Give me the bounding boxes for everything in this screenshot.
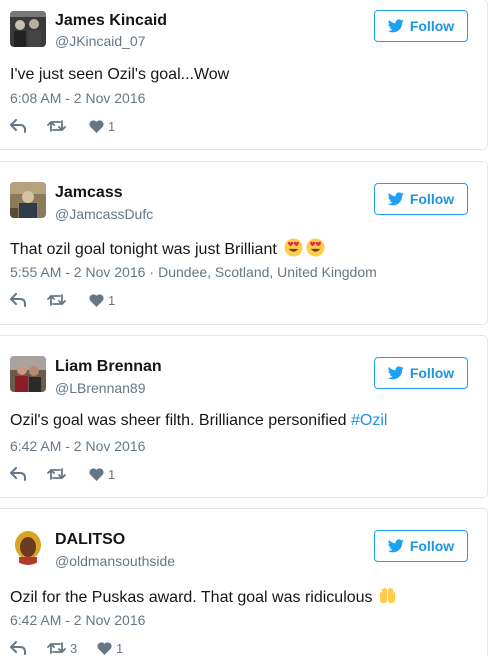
tweet-card: James Kincaid @JKincaid_07 Follow I've j… (0, 0, 488, 150)
tweet-text-content: I've just seen Ozil's goal...Wow (10, 66, 230, 83)
tweet-text-content: That ozil goal tonight was just Brillian… (10, 241, 277, 258)
follow-button[interactable]: Follow (374, 183, 468, 215)
retweet-button[interactable] (47, 467, 89, 481)
like-button[interactable]: 1 (89, 467, 115, 482)
bird-icon (387, 19, 404, 33)
reply-button[interactable] (10, 119, 47, 133)
follow-label: Follow (409, 18, 455, 34)
author-name[interactable]: Jamcass (55, 184, 123, 202)
tweet-meta: 6:42 AM - 2 Nov 2016 (10, 438, 145, 454)
follow-button[interactable]: Follow (374, 530, 468, 562)
follow-button[interactable]: Follow (374, 357, 468, 389)
tweet-meta: 5:55 AM - 2 Nov 2016 · Dundee, Scotland, U… (10, 264, 377, 280)
heart-eyes-emoji (284, 238, 303, 257)
heart-eyes-emoji (306, 238, 325, 257)
raised-hands-emoji (379, 587, 396, 604)
tweet-timestamp[interactable]: 5:55 AM - 2 Nov 2016 (10, 264, 145, 280)
retweet-button[interactable] (47, 293, 89, 307)
retweet-icon (47, 642, 66, 654)
tweet-text: That ozil goal tonight was just Brillian… (10, 238, 325, 259)
retweet-icon (47, 468, 66, 480)
follow-label: Follow (409, 365, 455, 381)
author-name[interactable]: Liam Brennan (55, 358, 162, 376)
tweet-card: Jamcass @JamcassDufc Follow That ozil go… (0, 161, 488, 325)
like-button[interactable]: 1 (89, 119, 115, 134)
tweet-feed: James Kincaid @JKincaid_07 Follow I've j… (0, 0, 491, 656)
tweet-actions: 1 (10, 464, 115, 484)
bird-icon (387, 539, 404, 553)
retweet-icon (47, 294, 66, 306)
like-count: 1 (108, 118, 116, 134)
heart-icon (89, 293, 104, 307)
tweet-actions: 1 (10, 116, 115, 136)
tweet-text-content: Ozil for the Puskas award. That goal was… (10, 589, 373, 606)
follow-label: Follow (409, 191, 455, 207)
reply-button[interactable] (10, 467, 47, 481)
retweet-count: 3 (70, 640, 78, 656)
author-name[interactable]: DALITSO (55, 531, 125, 549)
hashtag-link[interactable]: #Ozil (351, 412, 387, 429)
heart-icon (89, 467, 104, 481)
retweet-button[interactable]: 3 (47, 641, 97, 656)
like-button[interactable]: 1 (97, 641, 123, 656)
bird-icon (387, 192, 404, 206)
reply-icon (10, 293, 26, 307)
tweet-meta: 6:42 AM - 2 Nov 2016 (10, 612, 145, 628)
like-count: 1 (116, 640, 124, 656)
author-handle[interactable]: @LBrennan89 (55, 380, 146, 396)
tweet-timestamp[interactable]: 6:42 AM - 2 Nov 2016 (10, 438, 145, 454)
tweet-text: Ozil's goal was sheer filth. Brilliance … (10, 412, 387, 430)
heart-icon (97, 641, 112, 655)
tweet-location[interactable]: Dundee, Scotland, United Kingdom (158, 264, 377, 280)
bird-icon (387, 366, 404, 380)
like-button[interactable]: 1 (89, 293, 115, 308)
meta-separator: · (149, 264, 155, 280)
tweet-text-content: Ozil's goal was sheer filth. Brilliance … (10, 412, 351, 429)
tweet-meta: 6:08 AM - 2 Nov 2016 (10, 90, 145, 106)
reply-button[interactable] (10, 293, 47, 307)
retweet-button[interactable] (47, 119, 89, 133)
reply-icon (10, 641, 26, 655)
author-name[interactable]: James Kincaid (55, 12, 167, 30)
tweet-card: Liam Brennan @LBrennan89 Follow Ozil's g… (0, 335, 488, 498)
tweet-actions: 1 (10, 290, 115, 310)
author-handle[interactable]: @JamcassDufc (55, 206, 153, 222)
like-count: 1 (108, 292, 116, 308)
tweet-timestamp[interactable]: 6:42 AM - 2 Nov 2016 (10, 612, 145, 628)
like-count: 1 (108, 466, 116, 482)
heart-icon (89, 119, 104, 133)
tweet-text: Ozil for the Puskas award. That goal was… (10, 586, 397, 607)
avatar[interactable] (10, 529, 46, 565)
tweet-actions: 3 1 (10, 638, 123, 656)
tweet-text: I've just seen Ozil's goal...Wow (10, 66, 229, 84)
author-handle[interactable]: @oldmansouthside (55, 553, 175, 569)
avatar[interactable] (10, 356, 46, 392)
follow-label: Follow (409, 538, 455, 554)
reply-icon (10, 467, 26, 481)
retweet-icon (47, 120, 66, 132)
follow-button[interactable]: Follow (374, 10, 468, 42)
reply-button[interactable] (10, 641, 47, 655)
reply-icon (10, 119, 26, 133)
tweet-timestamp[interactable]: 6:08 AM - 2 Nov 2016 (10, 90, 145, 106)
avatar[interactable] (10, 182, 46, 218)
tweet-card: DALITSO @oldmansouthside Follow Ozil for… (0, 508, 488, 656)
author-handle[interactable]: @JKincaid_07 (55, 33, 146, 49)
avatar[interactable] (10, 11, 46, 47)
